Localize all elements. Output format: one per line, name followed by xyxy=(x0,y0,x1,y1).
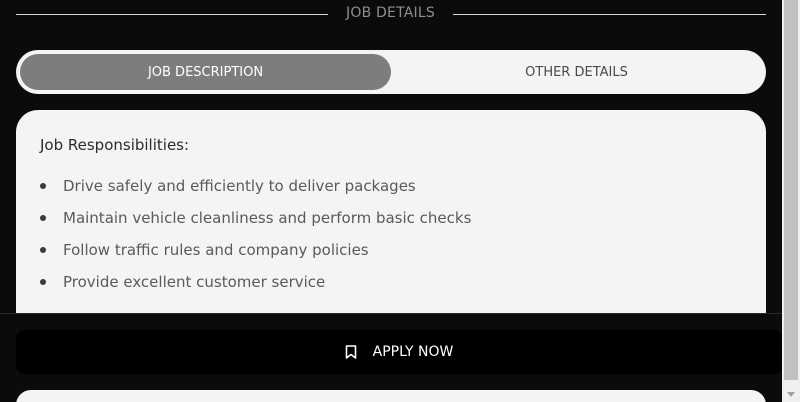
list-item-text: Provide excellent customer service xyxy=(63,273,326,291)
list-item-text: Follow traffic rules and company policie… xyxy=(63,241,369,259)
list-item-text: Drive safely and efficiently to deliver … xyxy=(63,177,416,195)
scrollbar[interactable] xyxy=(782,0,800,402)
bullet-icon xyxy=(40,183,46,189)
section-title: JOB DETAILS xyxy=(346,5,435,21)
divider-right xyxy=(453,14,766,15)
bullet-icon xyxy=(40,247,46,253)
tab-other-details[interactable]: OTHER DETAILS xyxy=(391,54,762,90)
scrollbar-thumb[interactable] xyxy=(784,0,798,380)
list-item: Provide excellent customer service xyxy=(40,266,471,298)
list-item: Drive safely and efficiently to deliver … xyxy=(40,170,471,202)
tab-job-description[interactable]: JOB DESCRIPTION xyxy=(20,54,391,90)
responsibilities-heading: Job Responsibilities: xyxy=(40,136,190,154)
tab-bar: JOB DESCRIPTION OTHER DETAILS xyxy=(16,50,766,94)
divider-left xyxy=(16,14,328,15)
list-item: Maintain vehicle cleanliness and perform… xyxy=(40,202,471,234)
responsibilities-list: Drive safely and efficiently to deliver … xyxy=(40,170,471,298)
bottom-action-bar: APPLY NOW xyxy=(0,313,782,402)
job-details-page: JOB DETAILS JOB DESCRIPTION OTHER DETAIL… xyxy=(0,0,782,402)
list-item: Follow traffic rules and company policie… xyxy=(40,234,471,266)
bookmark-icon xyxy=(345,345,357,359)
scroll-down-arrow-icon[interactable] xyxy=(787,392,795,397)
next-card-edge xyxy=(16,390,766,402)
section-header: JOB DETAILS xyxy=(16,0,766,30)
apply-now-label: APPLY NOW xyxy=(372,344,454,360)
bullet-icon xyxy=(40,279,46,285)
apply-now-button[interactable]: APPLY NOW xyxy=(16,330,782,374)
list-item-text: Maintain vehicle cleanliness and perform… xyxy=(63,209,472,227)
bullet-icon xyxy=(40,215,46,221)
